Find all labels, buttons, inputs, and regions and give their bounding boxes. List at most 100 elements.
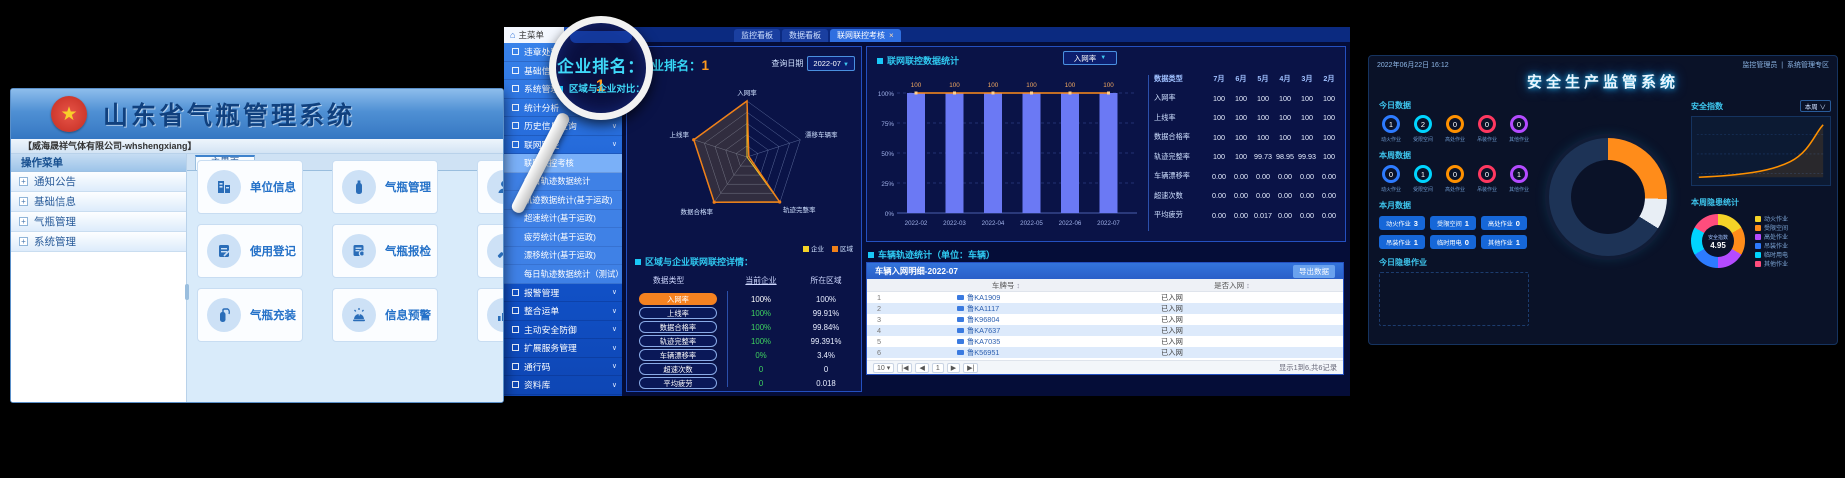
next-page-button[interactable]: ▶ — [947, 363, 960, 373]
sidebar-item-cylinder[interactable]: +气瓶管理 — [11, 212, 186, 232]
extension-icon — [512, 344, 519, 351]
index-range-dropdown[interactable]: 本周 ∨ — [1800, 100, 1831, 112]
sort-icon[interactable]: ↕ — [1246, 281, 1250, 290]
tile-filling[interactable]: 气瓶充装 — [197, 288, 303, 342]
metric-button[interactable]: 数据合格率 — [639, 321, 717, 333]
menu-item-passcode[interactable]: 通行码∨ — [504, 358, 622, 377]
expand-plus-icon[interactable]: + — [19, 197, 28, 206]
detail-section-header: 区域与企业联网联控详情： — [635, 255, 753, 268]
safety-index-line-chart — [1691, 116, 1831, 186]
month-pills-row2: 吊装作业1 临时用电0 其他作业1 — [1379, 235, 1531, 249]
metric-button[interactable]: 超速次数 — [639, 363, 717, 375]
sort-icon[interactable]: ↕ — [1016, 281, 1020, 290]
work-donut-chart — [1549, 138, 1667, 256]
sidebar-item-notice[interactable]: +通知公告 — [11, 172, 186, 192]
tile-inspection[interactable]: 气瓶报检 — [332, 224, 438, 278]
company-rank-panel: 企业排名：1 查询日期 2022-07 ▼ — [626, 46, 862, 392]
metric-button[interactable]: 平均疲劳 — [639, 377, 717, 389]
page-input[interactable]: 1 — [932, 363, 944, 373]
first-page-button[interactable]: |◀ — [897, 363, 912, 373]
vehicle-icon — [957, 328, 964, 333]
svg-text:75%: 75% — [881, 121, 894, 128]
export-button[interactable]: 导出数据 — [1293, 265, 1335, 278]
card-title: 车辆入网明细-2022-07 — [875, 265, 958, 277]
svg-text:0%: 0% — [885, 211, 895, 218]
chevron-down-icon: ∨ — [612, 362, 617, 370]
table-row[interactable]: 5鲁KA7035已入网 — [867, 336, 1343, 347]
stats-row: 上线率 100100100100100100 — [1154, 108, 1342, 128]
dropdown-icon: ▼ — [1100, 55, 1106, 61]
menu-item-alarm[interactable]: 报警管理∨ — [504, 284, 622, 303]
stat-ring: 0动火作业 — [1379, 165, 1403, 193]
cylinder-icon — [342, 170, 376, 204]
expand-plus-icon[interactable]: + — [19, 217, 28, 226]
tab-monitor-board[interactable]: 监控看板 — [734, 29, 780, 42]
metric-button[interactable]: 轨迹完整率 — [639, 335, 717, 347]
metric-button[interactable]: 上线率 — [639, 307, 717, 319]
stats-header-row: 数据类型 7月 6月 5月 4月 3月 2月 — [1154, 69, 1342, 89]
submenu-item-assessment[interactable]: 联网联控考核 — [504, 154, 622, 173]
legend-swatch — [1755, 261, 1761, 267]
metric-dropdown[interactable]: 入网率▼ — [1063, 51, 1117, 65]
query-date-dropdown[interactable]: 2022-07 ▼ — [807, 56, 855, 71]
table-row[interactable]: 6鲁K56951已入网 — [867, 347, 1343, 358]
menu-item-extension[interactable]: 扩展服务管理∨ — [504, 339, 622, 358]
operation-sidebar: 操作菜单 +通知公告 +基础信息 +气瓶管理 +系统管理 — [11, 154, 187, 402]
submenu-item-fatigue[interactable]: 疲劳统计(基于运政) — [504, 228, 622, 247]
tab-network-assessment[interactable]: 联网联控考核× — [830, 29, 901, 42]
submenu-item-drift[interactable]: 漂移统计(基于运政) — [504, 247, 622, 266]
vehicle-icon — [957, 306, 964, 311]
tile-partial-person[interactable] — [477, 160, 503, 214]
last-page-button[interactable]: ▶| — [963, 363, 978, 373]
admin-user[interactable]: 监控管理员 — [1742, 62, 1777, 69]
expand-plus-icon[interactable]: + — [19, 177, 28, 186]
admin-zone[interactable]: 系统管理专区 — [1787, 62, 1829, 69]
month-pill[interactable]: 受限空间1 — [1430, 216, 1476, 230]
submenu-item-daily-test[interactable]: 每日轨迹数据统计（测试） — [504, 265, 622, 284]
prev-page-button[interactable]: ◀ — [915, 363, 928, 373]
tile-warning[interactable]: 信息预警 — [332, 288, 438, 342]
tile-partial-wrench[interactable] — [477, 224, 503, 278]
stat-ring: 1动火作业 — [1379, 115, 1403, 143]
menu-item-library[interactable]: 资料库∨ — [504, 376, 622, 395]
expand-plus-icon[interactable]: + — [19, 237, 28, 246]
menu-item-safety[interactable]: 主动安全防御∨ — [504, 321, 622, 340]
search-doc-icon — [512, 122, 519, 129]
month-pill[interactable]: 临时用电0 — [1430, 235, 1476, 249]
svg-text:漂移车辆率: 漂移车辆率 — [805, 130, 838, 139]
tile-unit-info[interactable]: 单位信息 — [197, 160, 303, 214]
month-pill[interactable]: 其他作业1 — [1481, 235, 1527, 249]
menu-item-waybill[interactable]: 整合运单∨ — [504, 302, 622, 321]
page-size-select[interactable]: 10 ▾ — [873, 363, 894, 373]
table-row[interactable]: 4鲁KA7637已入网 — [867, 325, 1343, 336]
month-pill[interactable]: 高处作业0 — [1481, 216, 1527, 230]
sidebar-item-baseinfo[interactable]: +基础信息 — [11, 192, 186, 212]
tab-data-board[interactable]: 数据看板 — [782, 29, 828, 42]
close-icon[interactable]: × — [889, 31, 894, 40]
svg-text:2022-07: 2022-07 — [1097, 220, 1120, 227]
metric-button[interactable]: 入网率 — [639, 293, 717, 305]
chevron-down-icon: ∨ — [612, 325, 617, 333]
table-row[interactable]: 2鲁KA1117已入网 — [867, 303, 1343, 314]
tile-use-register[interactable]: 使用登记 — [197, 224, 303, 278]
table-row[interactable]: 3鲁K96804已入网 — [867, 314, 1343, 325]
month-pill[interactable]: 动火作业3 — [1379, 216, 1425, 230]
table-header: 车牌号 ↕ 是否入网 ↕ — [867, 279, 1343, 292]
metric-button[interactable]: 车辆漂移率 — [639, 349, 717, 361]
tile-partial-chart[interactable] — [477, 288, 503, 342]
tile-cylinder-mgmt[interactable]: 气瓶管理 — [332, 160, 438, 214]
table-row[interactable]: 1鲁KA1909已入网 — [867, 292, 1343, 303]
menu-item-network[interactable]: 联网联控∨ — [504, 136, 622, 155]
sidebar-splitter-handle[interactable] — [185, 284, 189, 300]
svg-text:2022-02: 2022-02 — [905, 220, 928, 227]
svg-text:数据合格率: 数据合格率 — [681, 207, 714, 216]
main-menu-header[interactable]: ⌂ 主菜单 — [504, 27, 564, 43]
sidebar-item-system[interactable]: +系统管理 — [11, 232, 186, 252]
month-pill[interactable]: 吊装作业1 — [1379, 235, 1425, 249]
building-icon — [207, 170, 241, 204]
stats-row: 数据合格率 100100100100100100 — [1154, 128, 1342, 148]
vehicle-icon — [957, 295, 964, 300]
inspect-icon — [342, 234, 376, 268]
stats-row: 超速次数 0.000.000.000.000.000.00 — [1154, 186, 1342, 206]
vehicle-network-card: 车辆入网明细-2022-07 导出数据 车牌号 ↕ 是否入网 ↕ 1鲁KA190… — [866, 262, 1344, 375]
